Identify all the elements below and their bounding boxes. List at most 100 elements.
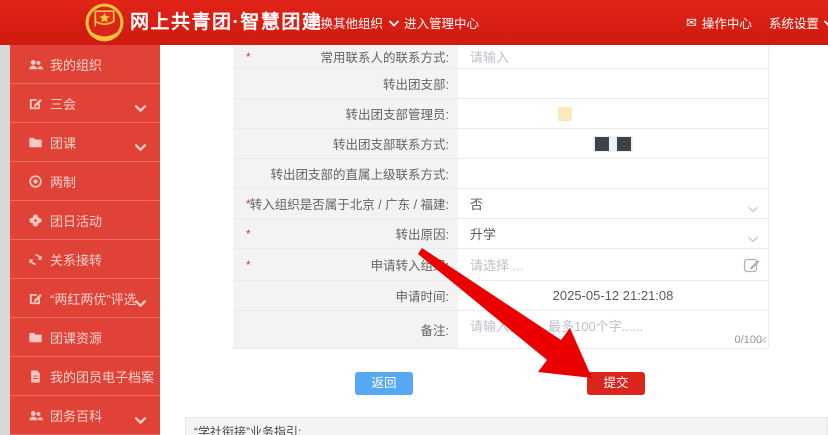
form-row: 转出团支部管理员: — [233, 99, 768, 129]
required-asterisk: * — [246, 50, 251, 64]
folder-icon — [28, 135, 43, 150]
chevron-down-icon — [389, 16, 399, 30]
edit-icon — [28, 96, 43, 111]
form-value-cell — [458, 129, 768, 158]
header-nav-item[interactable]: 切换其他组织 — [308, 0, 399, 45]
form-label: 申请时间: — [396, 286, 449, 305]
static-value: 2025-05-12 21:21:08 — [470, 288, 768, 303]
sidebar-item[interactable]: 团课资源 — [10, 318, 160, 357]
refresh-icon — [28, 252, 43, 267]
users-icon — [28, 57, 43, 72]
app-title: 网上共青团·智慧团建 — [130, 0, 322, 45]
form-label: 申请转入组织: — [371, 255, 449, 274]
form-label-cell: *转出原因: — [233, 219, 458, 248]
target-icon — [28, 174, 43, 189]
form-row: *转出原因: 升学 — [233, 219, 768, 249]
chevron-down-icon — [135, 99, 146, 117]
resize-handle-icon[interactable] — [759, 332, 767, 347]
sidebar-item-label: 我的组织 — [50, 55, 102, 74]
form-row: * 申请转入组织: 请选择 ... — [233, 249, 768, 281]
edit-icon[interactable] — [743, 256, 761, 274]
guide-panel: “学社衔接”业务指引: — [185, 417, 828, 435]
chevron-down-icon — [135, 411, 146, 429]
sidebar-item[interactable]: 三会 — [10, 84, 160, 123]
select-value[interactable]: 升学 — [470, 224, 496, 243]
form-label-cell: 转出团支部: — [233, 69, 458, 98]
select-value[interactable]: 否 — [470, 194, 483, 213]
required-asterisk: * — [246, 227, 251, 241]
utility-nav-item[interactable]: ✉ 操作中心 — [686, 13, 752, 32]
utility-nav: ✉操作中心系统设置?帮助 — [686, 0, 828, 45]
chevron-down-icon[interactable] — [748, 201, 758, 216]
clover-icon — [28, 213, 43, 228]
form-row: 备注: 请输入备注，最多100个字...... 0/100 — [233, 311, 768, 349]
sidebar-item-label: 关系接转 — [50, 250, 102, 269]
sidebar-item[interactable]: 我的团员电子档案 — [10, 357, 160, 396]
form-label: 转出团支部: — [383, 74, 449, 93]
submit-button[interactable]: 提交 — [587, 372, 645, 395]
form-label-cell: 转出团支部的直属上级联系方式: — [233, 159, 458, 188]
form-label-cell: 转出团支部联系方式: — [233, 129, 458, 158]
sidebar-item-label: 三会 — [50, 94, 76, 113]
form-label: 常用联系人的联系方式: — [321, 47, 449, 66]
sidebar-item[interactable]: 团务百科 — [10, 396, 160, 435]
sidebar-item[interactable]: “两红两优”评选 — [10, 279, 160, 318]
form-row: 转出团支部的直属上级联系方式: — [233, 159, 768, 189]
sidebar-item[interactable]: 团课 — [10, 123, 160, 162]
page-left-gutter — [0, 45, 10, 435]
form-value-cell: 请输入 — [458, 45, 768, 68]
sidebar-item-label: 团课资源 — [50, 328, 102, 347]
sidebar-item-label: 两制 — [50, 172, 76, 191]
form-value-cell — [458, 99, 768, 128]
select-placeholder[interactable]: 请选择 ... — [470, 255, 523, 274]
header-nav-item[interactable]: 进入管理中心 — [404, 0, 479, 45]
form-label: 转出团支部管理员: — [346, 104, 449, 123]
form-label-cell: * 常用联系人的联系方式: — [233, 45, 458, 68]
utility-nav-label: 操作中心 — [702, 13, 752, 32]
utility-nav-item[interactable]: 系统设置 — [769, 13, 828, 32]
sidebar-item-label: 团日活动 — [50, 211, 102, 230]
top-header: 网上共青团·智慧团建 切换其他组织进入管理中心 ✉操作中心系统设置?帮助 — [0, 0, 828, 45]
char-counter: 0/100 — [734, 334, 762, 346]
sidebar-item[interactable]: 关系接转 — [10, 240, 160, 279]
edit-icon — [28, 291, 43, 306]
sidebar-item-label: 团课 — [50, 133, 76, 152]
guide-title: “学社衔接”业务指引: — [186, 418, 827, 435]
sidebar-item[interactable]: 团日活动 — [10, 201, 160, 240]
mail-icon: ✉ — [686, 16, 697, 29]
form-row: *转入组织是否属于北京 / 广东 / 福建: 否 — [233, 189, 768, 219]
form-label: 备注: — [421, 320, 449, 339]
chevron-down-icon — [135, 294, 146, 312]
users-icon — [28, 408, 43, 423]
file-icon — [28, 369, 43, 384]
form-label-cell: *转入组织是否属于北京 / 广东 / 福建: — [233, 189, 458, 218]
textarea-input[interactable]: 请输入备注，最多100个字...... — [470, 316, 643, 335]
chevron-down-icon — [824, 16, 828, 30]
sidebar-item[interactable]: 我的组织 — [10, 45, 160, 84]
form-value-cell — [458, 159, 768, 188]
sidebar-item-label: “两红两优”评选 — [50, 289, 137, 308]
form-label: 转出团支部的直属上级联系方式: — [271, 164, 449, 183]
transfer-form-table: * 常用联系人的联系方式: 请输入转出团支部: 转出团支部管理员: 转出团支部联系方式:… — [233, 45, 769, 349]
header-nav-label: 进入管理中心 — [404, 13, 479, 32]
required-asterisk: * — [246, 197, 251, 211]
form-value-cell — [458, 69, 768, 98]
required-asterisk: * — [246, 258, 251, 272]
form-value-cell: 请选择 ... — [458, 249, 768, 280]
sidebar-item-label: 团务百科 — [50, 406, 102, 425]
folder-icon — [28, 330, 43, 345]
form-label: 转入组织是否属于北京 / 广东 / 福建: — [250, 194, 449, 213]
form-label-cell: 申请时间: — [233, 281, 458, 310]
sidebar-item[interactable]: 两制 — [10, 162, 160, 201]
text-input[interactable]: 请输入 — [470, 47, 509, 66]
header-nav-label: 切换其他组织 — [308, 13, 383, 32]
chevron-down-icon — [135, 138, 146, 156]
utility-nav-label: 系统设置 — [769, 13, 819, 32]
league-emblem-logo — [84, 2, 125, 43]
form-value-cell: 2025-05-12 21:21:08 — [458, 281, 768, 310]
sidebar-item-label: 我的团员电子档案 — [50, 367, 154, 386]
chevron-down-icon[interactable] — [748, 231, 758, 246]
form-label-cell: 转出团支部管理员: — [233, 99, 458, 128]
form-value-cell: 升学 — [458, 219, 768, 248]
back-button[interactable]: 返回 — [355, 372, 413, 395]
